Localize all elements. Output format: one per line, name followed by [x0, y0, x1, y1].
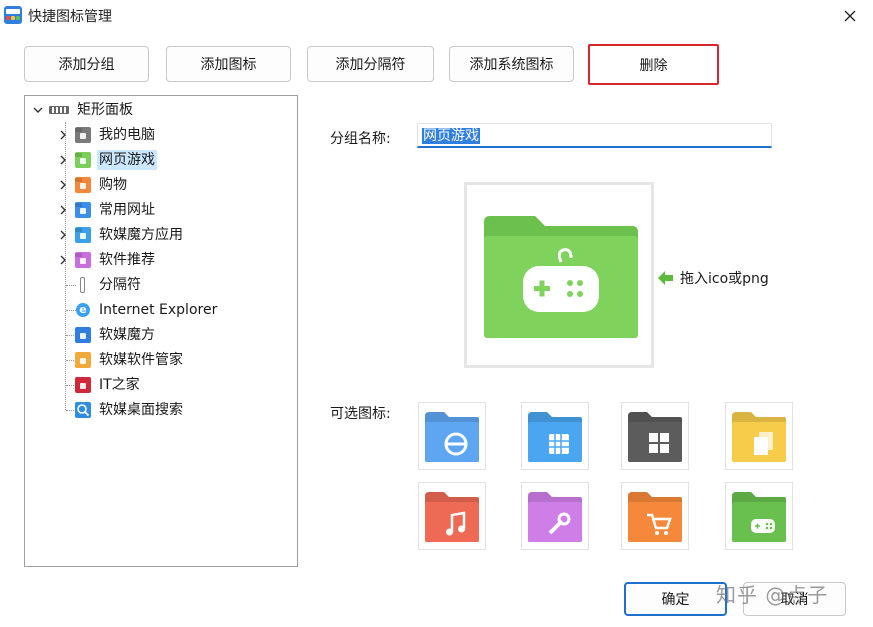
- watermark: 知乎 @点子: [716, 583, 829, 607]
- group-name-input[interactable]: 网页游戏: [417, 123, 772, 148]
- chevron-right-icon[interactable]: [58, 155, 68, 165]
- windows-folder-icon: [628, 412, 682, 462]
- close-button[interactable]: [827, 0, 873, 32]
- tree-item-label: 软媒软件管家: [99, 352, 183, 368]
- gamepad-folder-icon: [75, 152, 91, 168]
- cube-folder-icon: [528, 412, 582, 462]
- chevron-right-icon[interactable]: [58, 130, 68, 140]
- drag-hint: 拖入ico或png: [658, 268, 769, 288]
- tree-item-label: 软媒魔方应用: [99, 227, 183, 243]
- tree-item[interactable]: 分隔符: [75, 274, 143, 296]
- tree-item[interactable]: 我的电脑: [75, 124, 157, 146]
- add-separator-button[interactable]: 添加分隔符: [307, 46, 434, 82]
- cart-folder-icon: [75, 177, 91, 193]
- cube-icon: [75, 327, 91, 343]
- files-folder-icon: [732, 412, 786, 462]
- cube-folder-icon: [75, 227, 91, 243]
- tree-item[interactable]: 网页游戏: [75, 149, 157, 171]
- tree-item-label: Internet Explorer: [99, 302, 218, 318]
- close-icon: [844, 10, 856, 22]
- tree-item-label: 网页游戏: [97, 150, 157, 170]
- tree-item[interactable]: 购物: [75, 174, 129, 196]
- wrench-folder-icon: [528, 492, 582, 542]
- add-group-button[interactable]: 添加分组: [24, 46, 149, 82]
- gamepad-folder-icon: [732, 492, 786, 542]
- panel-icon: [49, 106, 69, 114]
- tree-item[interactable]: 软件推荐: [75, 249, 157, 271]
- gamepad-folder-icon: [484, 216, 638, 338]
- optional-icon-tile[interactable]: [621, 482, 689, 550]
- chevron-down-icon[interactable]: [33, 105, 43, 115]
- tree-item[interactable]: 常用网址: [75, 199, 157, 221]
- internet-explorer-icon: e: [75, 302, 91, 318]
- title-bar: 快捷图标管理: [0, 0, 873, 32]
- tree-item-label: 我的电脑: [99, 127, 155, 143]
- tree-item-label: IT之家: [99, 377, 140, 393]
- optional-icon-tile[interactable]: [521, 402, 589, 470]
- chevron-right-icon[interactable]: [58, 255, 68, 265]
- tree-item-label: 软媒魔方: [99, 327, 155, 343]
- optional-icon-tile[interactable]: [621, 402, 689, 470]
- ie-folder-icon: [75, 202, 91, 218]
- add-icon-button[interactable]: 添加图标: [166, 46, 291, 82]
- delete-button[interactable]: 删除: [588, 44, 719, 85]
- tree-item-label: 常用网址: [99, 202, 155, 218]
- arrow-left-icon: [658, 271, 673, 285]
- software-manager-icon: [75, 352, 91, 368]
- wrench-folder-icon: [75, 252, 91, 268]
- app-icon: [4, 6, 22, 24]
- chevron-right-icon[interactable]: [58, 180, 68, 190]
- ok-button[interactable]: 确定: [624, 582, 727, 616]
- ie-folder-icon: [425, 412, 479, 462]
- icon-preview-dropzone[interactable]: [464, 182, 654, 368]
- group-name-value: 网页游戏: [422, 128, 480, 144]
- tree-item[interactable]: 软媒桌面搜索: [75, 399, 185, 421]
- tree-root-label: 矩形面板: [77, 102, 133, 118]
- group-name-label: 分组名称:: [330, 131, 391, 147]
- tree-item[interactable]: 软媒软件管家: [75, 349, 185, 371]
- computer-folder-icon: [75, 127, 91, 143]
- tree-item-label: 软件推荐: [99, 252, 155, 268]
- optional-icons-label: 可选图标:: [330, 406, 391, 422]
- drag-hint-text: 拖入ico或png: [680, 271, 769, 287]
- tree-item-label: 软媒桌面搜索: [99, 402, 183, 418]
- tree-panel[interactable]: 矩形面板 我的电脑网页游戏购物常用网址软媒魔方应用 软件推荐分隔符 e Interne…: [24, 95, 298, 567]
- tree-item[interactable]: e Internet Explorer: [75, 299, 219, 321]
- optional-icon-tile[interactable]: [725, 482, 793, 550]
- separator-icon: [75, 277, 91, 293]
- tree-item[interactable]: IT之家: [75, 374, 142, 396]
- search-icon: [75, 402, 91, 418]
- ithome-icon: [75, 377, 91, 393]
- tree-item[interactable]: 软媒魔方: [75, 324, 157, 346]
- tree-item-label: 分隔符: [99, 277, 141, 293]
- tree-root[interactable]: 矩形面板: [33, 99, 135, 121]
- music-folder-icon: [425, 492, 479, 542]
- optional-icon-tile[interactable]: [418, 402, 486, 470]
- tree-item[interactable]: 软媒魔方应用: [75, 224, 185, 246]
- optional-icon-tile[interactable]: [521, 482, 589, 550]
- cart-folder-icon: [628, 492, 682, 542]
- add-system-icon-button[interactable]: 添加系统图标: [449, 46, 574, 82]
- window-title: 快捷图标管理: [28, 9, 112, 25]
- chevron-right-icon[interactable]: [58, 230, 68, 240]
- chevron-right-icon[interactable]: [58, 205, 68, 215]
- tree-item-label: 购物: [99, 177, 127, 193]
- optional-icon-tile[interactable]: [418, 482, 486, 550]
- optional-icon-tile[interactable]: [725, 402, 793, 470]
